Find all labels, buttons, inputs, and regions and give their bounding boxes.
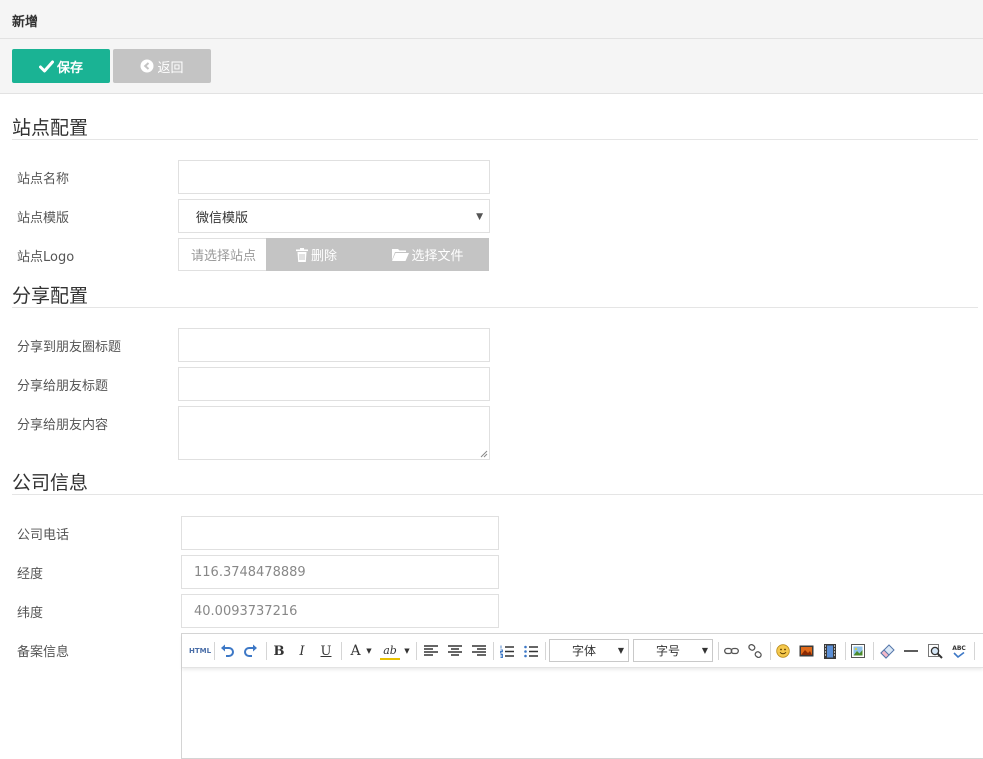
toolbar-separator	[974, 642, 975, 660]
section-title-share-config: 分享配置	[12, 285, 89, 307]
font-size-select[interactable]: 字号 ▼	[633, 639, 713, 662]
site-template-label: 站点模版	[17, 211, 70, 226]
back-button[interactable]: 返回	[113, 49, 211, 83]
editor-toolbar: HTML B I U A ▼ ab ▼ 字体 ▼ 字号 ▼ ABC	[182, 634, 983, 668]
back-arrow-icon	[140, 59, 154, 73]
save-button-label: 保存	[56, 60, 83, 76]
font-family-value: 字体	[571, 644, 596, 658]
font-color-button[interactable]: A	[347, 642, 364, 660]
friend-title-label: 分享给朋友标题	[17, 379, 109, 394]
eraser-icon[interactable]	[878, 642, 896, 660]
trash-icon	[295, 247, 308, 262]
align-center-icon[interactable]	[446, 642, 464, 660]
image-icon[interactable]	[797, 642, 815, 660]
redo-icon[interactable]	[242, 642, 260, 660]
back-button-label: 返回	[157, 60, 184, 76]
spellcheck-icon[interactable]: ABC	[949, 642, 969, 660]
toolbar-separator	[266, 642, 267, 660]
choose-file-button[interactable]: 选择文件	[367, 238, 489, 271]
dropdown-arrow-icon: ▼	[476, 212, 483, 222]
underline-button[interactable]: U	[317, 642, 335, 660]
highlight-dropdown-icon[interactable]: ▼	[402, 642, 412, 660]
page-title: 新增	[12, 15, 39, 30]
section-divider	[12, 307, 978, 308]
action-toolbar: 保存 返回	[0, 39, 983, 94]
bold-button[interactable]: B	[270, 642, 288, 660]
editor-content-area[interactable]	[182, 669, 983, 758]
section-divider	[12, 139, 978, 140]
font-color-dropdown-icon[interactable]: ▼	[364, 642, 374, 660]
preview-icon[interactable]	[926, 642, 944, 660]
toolbar-separator	[718, 642, 719, 660]
delete-logo-label: 删除	[310, 249, 337, 264]
latitude-input[interactable]: 40.0093737216	[181, 594, 499, 628]
highlight-button[interactable]: ab	[380, 642, 400, 660]
html-source-button[interactable]: HTML	[188, 642, 212, 660]
video-icon[interactable]	[821, 642, 839, 660]
latitude-label: 纬度	[17, 606, 44, 621]
link-icon[interactable]	[722, 642, 740, 660]
unordered-list-icon[interactable]	[522, 642, 540, 660]
emoticon-icon[interactable]	[774, 642, 792, 660]
rich-text-editor: HTML B I U A ▼ ab ▼ 字体 ▼ 字号 ▼ ABC	[181, 633, 983, 759]
choose-file-label: 选择文件	[411, 249, 464, 264]
delete-logo-button[interactable]: 删除	[266, 238, 367, 271]
dropdown-arrow-icon: ▼	[701, 646, 708, 655]
dropdown-arrow-icon: ▼	[617, 646, 624, 655]
company-phone-input[interactable]	[181, 516, 499, 550]
site-template-select[interactable]: 微信模版 ▼	[178, 199, 490, 233]
toolbar-separator	[545, 642, 546, 660]
title-bar: 新增	[0, 0, 983, 39]
friend-content-label: 分享给朋友内容	[17, 418, 109, 433]
longitude-label: 经度	[17, 567, 44, 582]
section-title-company-info: 公司信息	[12, 472, 89, 494]
toolbar-separator	[845, 642, 846, 660]
check-icon	[38, 60, 54, 73]
folder-open-icon	[392, 248, 410, 261]
toolbar-separator	[341, 642, 342, 660]
site-logo-label: 站点Logo	[17, 250, 75, 265]
section-title-site-config: 站点配置	[12, 117, 89, 139]
spellcheck-label: ABC	[952, 644, 966, 652]
site-template-value: 微信模版	[196, 210, 249, 226]
horizontal-rule-icon[interactable]	[902, 642, 920, 660]
resize-grip-icon[interactable]	[480, 450, 488, 458]
italic-button[interactable]: I	[293, 642, 311, 660]
font-family-select[interactable]: 字体 ▼	[549, 639, 629, 662]
logo-file-input[interactable]: 请选择站点	[178, 238, 267, 271]
friend-content-textarea[interactable]	[178, 406, 490, 460]
section-divider	[12, 494, 983, 495]
toolbar-separator	[873, 642, 874, 660]
unlink-icon[interactable]	[746, 642, 764, 660]
friend-title-input[interactable]	[178, 367, 490, 401]
ordered-list-icon[interactable]	[498, 642, 516, 660]
undo-icon[interactable]	[218, 642, 236, 660]
longitude-input[interactable]: 116.3748478889	[181, 555, 499, 589]
toolbar-separator	[770, 642, 771, 660]
moments-title-input[interactable]	[178, 328, 490, 362]
moments-title-label: 分享到朋友圈标题	[17, 340, 122, 355]
company-phone-label: 公司电话	[17, 528, 70, 543]
align-right-icon[interactable]	[470, 642, 488, 660]
align-left-icon[interactable]	[422, 642, 440, 660]
site-name-input[interactable]	[178, 160, 490, 194]
save-button[interactable]: 保存	[12, 49, 110, 83]
font-size-value: 字号	[655, 644, 680, 658]
toolbar-separator	[416, 642, 417, 660]
logo-upload-group: 请选择站点 删除 选择文件	[178, 238, 489, 271]
toolbar-separator	[493, 642, 494, 660]
toolbar-separator	[214, 642, 215, 660]
insert-image-icon[interactable]	[849, 642, 867, 660]
icp-label: 备案信息	[17, 645, 70, 660]
site-name-label: 站点名称	[17, 172, 70, 187]
